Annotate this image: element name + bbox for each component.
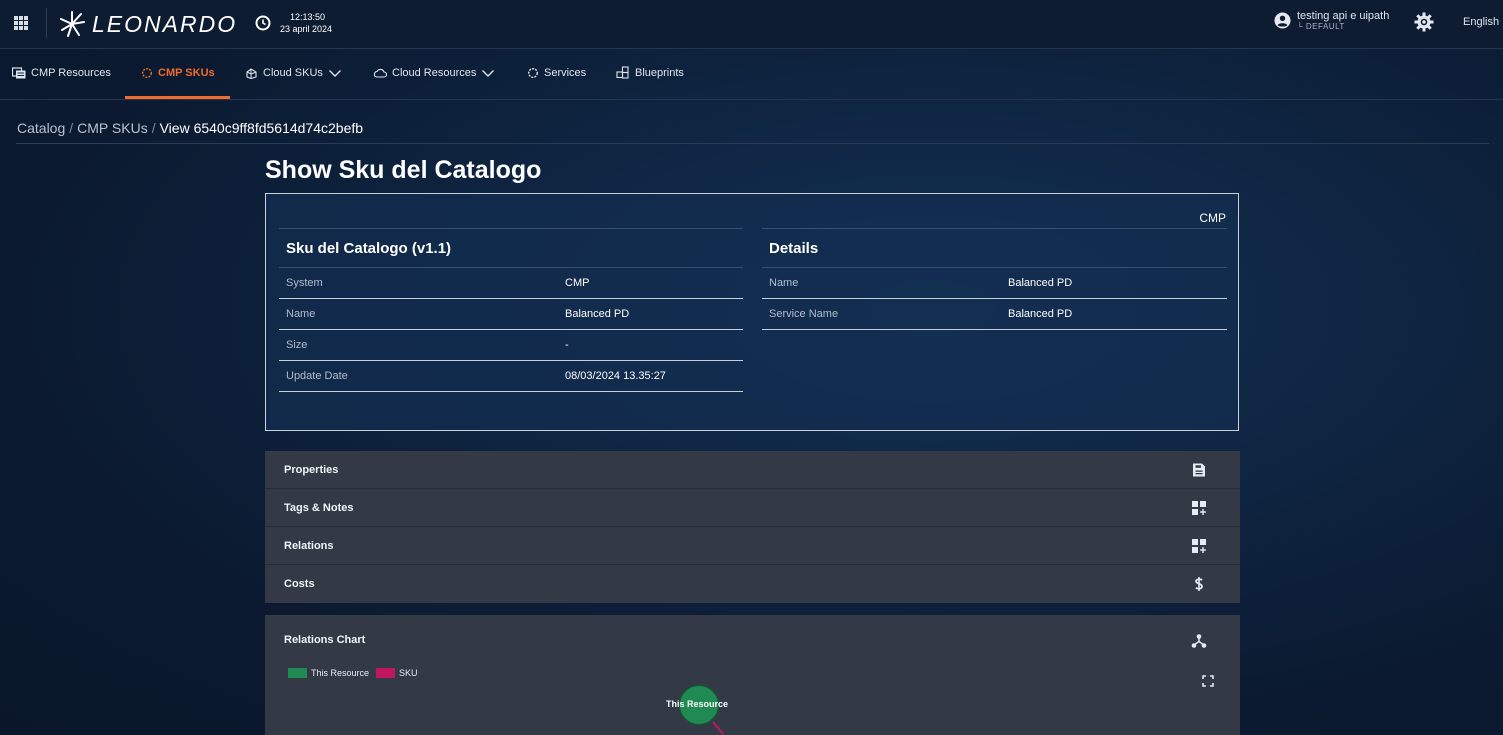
user-name: testing api e uipath bbox=[1297, 10, 1390, 22]
legend-label: This Resource bbox=[311, 668, 370, 678]
nav-item-cloud-skus[interactable]: Cloud SKUs bbox=[245, 49, 342, 97]
chevron-down-icon bbox=[482, 70, 495, 77]
field-label: System bbox=[286, 277, 323, 289]
field-value: Balanced PD bbox=[1008, 277, 1073, 289]
relation-edge bbox=[712, 721, 725, 735]
details-row-service-name: Service Name Balanced PD bbox=[762, 299, 1227, 330]
system-tag: CMP bbox=[1199, 211, 1226, 225]
sku-detail-card: CMP Sku del Catalogo (v1.1) System CMP N… bbox=[265, 193, 1239, 431]
breadcrumb-current: View 6540c9ff8fd5614d74c2befb bbox=[159, 120, 364, 136]
accordion-label: Relations bbox=[284, 539, 334, 552]
sku-panel-title: Sku del Catalogo (v1.1) bbox=[279, 228, 743, 268]
document-icon bbox=[1193, 463, 1205, 477]
sku-gear-icon bbox=[141, 67, 153, 79]
field-value: - bbox=[565, 339, 569, 351]
nav-item-cmp-skus[interactable]: CMP SKUs bbox=[141, 49, 215, 97]
cmp-resources-icon bbox=[12, 67, 26, 79]
accordion-label: Tags & Notes bbox=[284, 501, 354, 514]
graph-node-label: This Resource bbox=[666, 699, 729, 709]
details-panel-title: Details bbox=[762, 228, 1227, 268]
sku-row-size: Size - bbox=[279, 330, 743, 361]
breadcrumb-catalog[interactable]: Catalog bbox=[17, 120, 65, 136]
nav-label: Services bbox=[544, 67, 587, 79]
accordion-costs[interactable]: Costs bbox=[265, 565, 1240, 603]
breadcrumb-cmp-skus[interactable]: CMP SKUs bbox=[77, 120, 148, 136]
nav-item-services[interactable]: Services bbox=[527, 49, 586, 97]
field-value: CMP bbox=[565, 277, 590, 289]
field-value: Balanced PD bbox=[565, 308, 630, 320]
user-menu[interactable]: testing api e uipath └ DEFAULT bbox=[1274, 10, 1389, 31]
nav-item-cmp-resources[interactable]: CMP Resources bbox=[12, 49, 111, 97]
nav-label: CMP SKUs bbox=[158, 67, 215, 79]
field-label: Service Name bbox=[769, 308, 839, 320]
relations-chart-panel: Relations Chart This Resource SKU This R… bbox=[265, 615, 1240, 735]
field-label: Update Date bbox=[286, 370, 348, 382]
nav-label: Blueprints bbox=[635, 67, 684, 79]
services-gear-icon bbox=[527, 67, 539, 79]
field-label: Name bbox=[286, 308, 316, 320]
user-tenant: └ DEFAULT bbox=[1297, 22, 1345, 31]
breadcrumb: Catalog / CMP SKUs / View 6540c9ff8fd5614d74… bbox=[17, 120, 364, 136]
nav-label: Cloud SKUs bbox=[263, 67, 323, 79]
language-selector[interactable]: English bbox=[1463, 16, 1499, 28]
sections-accordion: Properties Tags & Notes Relations Costs bbox=[265, 451, 1240, 603]
cloud-sku-icon bbox=[246, 68, 257, 79]
clock: 12:13:50 23 april 2024 bbox=[255, 11, 332, 35]
relations-chart-title: Relations Chart bbox=[284, 634, 366, 646]
leonardo-star-icon bbox=[60, 11, 85, 37]
logo[interactable]: LEONARDO bbox=[58, 8, 237, 40]
grid-add-icon bbox=[1192, 501, 1206, 515]
field-label: Name bbox=[769, 277, 799, 289]
nav-item-cloud-resources[interactable]: Cloud Resources bbox=[373, 49, 495, 97]
field-value: Balanced PD bbox=[1008, 308, 1073, 320]
sku-row-name: Name Balanced PD bbox=[279, 299, 743, 330]
divider bbox=[46, 8, 47, 38]
nav-label: CMP Resources bbox=[31, 67, 111, 79]
legend-swatch-this-resource bbox=[288, 668, 307, 678]
nav-item-blueprints[interactable]: Blueprints bbox=[616, 49, 684, 97]
fullscreen-icon[interactable] bbox=[1202, 675, 1214, 687]
chevron-down-icon bbox=[328, 70, 341, 77]
chart-legend: This Resource SKU bbox=[288, 668, 418, 678]
settings-gear-icon[interactable] bbox=[1414, 12, 1434, 32]
grid-add-icon bbox=[1192, 539, 1206, 553]
breadcrumb-divider bbox=[16, 143, 1489, 144]
hierarchy-icon[interactable] bbox=[1191, 633, 1207, 649]
sku-row-update-date: Update Date 08/03/2024 13.35:27 bbox=[279, 361, 743, 392]
details-row-name: Name Balanced PD bbox=[762, 268, 1227, 299]
apps-grid-icon[interactable] bbox=[14, 16, 28, 30]
cloud-icon bbox=[373, 68, 387, 78]
dollar-icon bbox=[1195, 577, 1203, 591]
legend-label: SKU bbox=[399, 668, 418, 678]
accordion-label: Costs bbox=[284, 578, 315, 590]
field-label: Size bbox=[286, 339, 308, 351]
account-icon bbox=[1274, 12, 1291, 29]
accordion-relations[interactable]: Relations bbox=[265, 527, 1240, 565]
blueprints-icon bbox=[616, 66, 629, 79]
active-tab-indicator bbox=[125, 96, 230, 99]
sku-row-system: System CMP bbox=[279, 268, 743, 299]
field-value: 08/03/2024 13.35:27 bbox=[565, 370, 666, 382]
logo-text: LEONARDO bbox=[92, 10, 238, 37]
accordion-properties[interactable]: Properties bbox=[265, 451, 1240, 489]
top-bar: LEONARDO 12:13:50 23 april 2024 testing … bbox=[0, 0, 1503, 49]
main-nav: CMP Resources CMP SKUs Cloud SKUs Cloud … bbox=[0, 49, 1503, 100]
clock-icon bbox=[255, 15, 271, 31]
accordion-label: Properties bbox=[284, 463, 339, 476]
legend-swatch-sku bbox=[376, 668, 396, 678]
nav-label: Cloud Resources bbox=[392, 67, 477, 79]
clock-time: 12:13:50 bbox=[290, 12, 326, 22]
page-title: Show Sku del Catalogo bbox=[265, 156, 542, 184]
clock-date: 23 april 2024 bbox=[280, 24, 333, 34]
accordion-tags-notes[interactable]: Tags & Notes bbox=[265, 489, 1240, 527]
